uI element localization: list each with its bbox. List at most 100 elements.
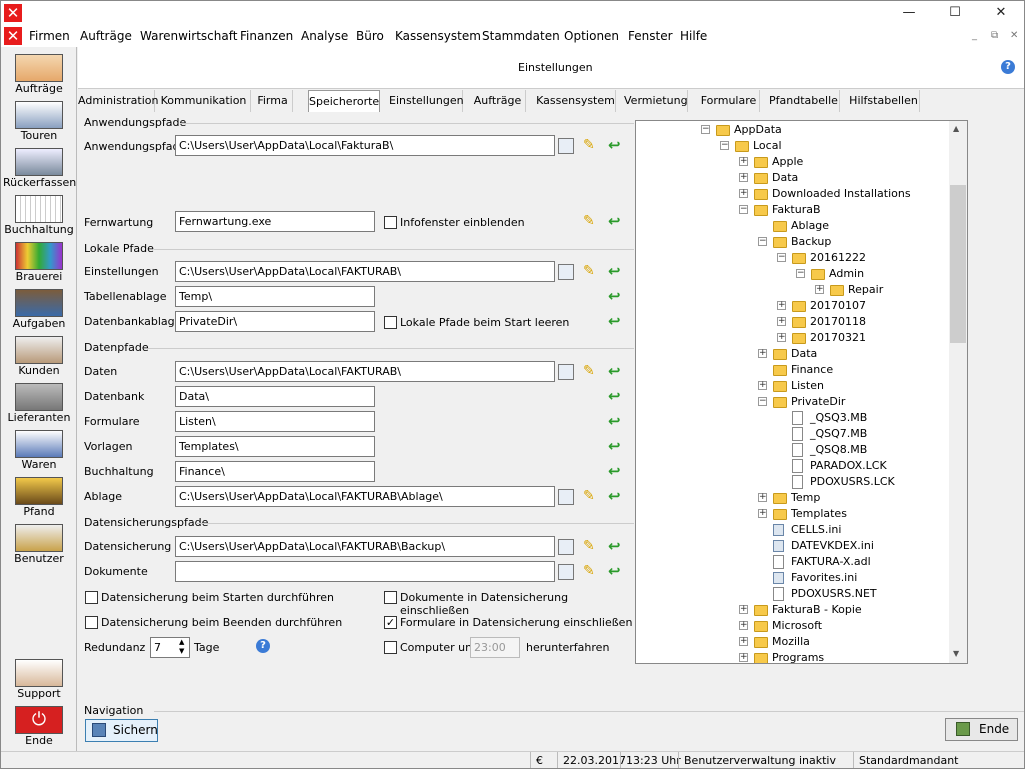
- tab-einstellungen[interactable]: Einstellungen: [389, 90, 464, 112]
- edit-pencil-icon[interactable]: ✎: [583, 137, 599, 153]
- app-path-input[interactable]: C:\Users\User\AppData\Local\FakturaB\: [175, 135, 555, 156]
- data-path-input[interactable]: C:\Users\User\AppData\Local\FAKTURAB\: [175, 361, 555, 382]
- browse-icon[interactable]: [558, 264, 574, 280]
- templates-path-input[interactable]: Templates\: [175, 436, 375, 457]
- help-icon[interactable]: ?: [1001, 60, 1015, 74]
- clear-local-checkbox[interactable]: [384, 316, 397, 329]
- sidebar-item-waren[interactable]: Waren: [3, 427, 75, 474]
- backup-on-exit-checkbox[interactable]: [85, 616, 98, 629]
- include-docs-checkbox[interactable]: [384, 591, 397, 604]
- browse-icon[interactable]: [558, 564, 574, 580]
- save-button[interactable]: Sichern: [85, 719, 158, 742]
- menu-buero[interactable]: Büro: [356, 29, 384, 43]
- accounting-path-input[interactable]: Finance\: [175, 461, 375, 482]
- sidebar-item-touren[interactable]: Touren: [3, 98, 75, 145]
- reset-arrow-icon[interactable]: ↩: [608, 212, 624, 230]
- tab-formulare[interactable]: Formulare: [698, 90, 760, 112]
- reset-arrow-icon[interactable]: ↩: [608, 362, 624, 380]
- spinner-arrows-icon[interactable]: ▲ ▼: [179, 638, 184, 656]
- mdi-minimize-button[interactable]: _: [972, 30, 977, 41]
- backup-path-input[interactable]: C:\Users\User\AppData\Local\FAKTURAB\Bac…: [175, 536, 555, 557]
- reset-arrow-icon[interactable]: ↩: [608, 262, 624, 280]
- exit-button[interactable]: Ende: [945, 718, 1018, 741]
- collapse-icon[interactable]: −: [739, 205, 748, 214]
- help-icon[interactable]: ?: [256, 639, 270, 653]
- settings-path-input[interactable]: C:\Users\User\AppData\Local\FAKTURAB\: [175, 261, 555, 282]
- reset-arrow-icon[interactable]: ↩: [608, 487, 624, 505]
- collapse-icon[interactable]: −: [758, 237, 767, 246]
- db-path-input[interactable]: PrivateDir\: [175, 311, 375, 332]
- reset-arrow-icon[interactable]: ↩: [608, 537, 624, 555]
- expand-icon[interactable]: +: [739, 605, 748, 614]
- expand-icon[interactable]: +: [758, 381, 767, 390]
- expand-icon[interactable]: +: [758, 493, 767, 502]
- sidebar-item-auftraege[interactable]: Aufträge: [3, 51, 75, 98]
- table-path-input[interactable]: Temp\: [175, 286, 375, 307]
- tree-scrollbar[interactable]: ▲ ▼: [949, 121, 967, 663]
- expand-icon[interactable]: +: [739, 653, 748, 662]
- sidebar-item-ende[interactable]: ⏻ Ende: [3, 703, 75, 750]
- expand-icon[interactable]: +: [739, 157, 748, 166]
- tab-vermietung[interactable]: Vermietung: [624, 90, 688, 112]
- documents-path-input[interactable]: [175, 561, 555, 582]
- edit-pencil-icon[interactable]: ✎: [583, 538, 599, 554]
- collapse-icon[interactable]: −: [701, 125, 710, 134]
- sidebar-item-brauerei[interactable]: Brauerei: [3, 239, 75, 286]
- tab-hilfstabellen[interactable]: Hilfstabellen: [848, 90, 920, 112]
- tab-auftraege[interactable]: Aufträge: [470, 90, 526, 112]
- maximize-button[interactable]: ☐: [932, 1, 978, 26]
- sidebar-item-aufgaben[interactable]: Aufgaben: [3, 286, 75, 333]
- reset-arrow-icon[interactable]: ↩: [608, 562, 624, 580]
- tab-speicherorte[interactable]: Speicherorte: [308, 90, 380, 112]
- archive-path-input[interactable]: C:\Users\User\AppData\Local\FAKTURAB\Abl…: [175, 486, 555, 507]
- tab-administration[interactable]: Administration: [78, 90, 159, 112]
- database-path-input[interactable]: Data\: [175, 386, 375, 407]
- browse-icon[interactable]: [558, 489, 574, 505]
- sidebar-item-buchhaltung[interactable]: Buchhaltung: [3, 192, 75, 239]
- menu-warenwirtschaft[interactable]: Warenwirtschaft: [140, 29, 237, 43]
- minimize-button[interactable]: —: [886, 1, 932, 26]
- expand-icon[interactable]: +: [777, 333, 786, 342]
- menu-analyse[interactable]: Analyse: [301, 29, 348, 43]
- tab-firma[interactable]: Firma: [253, 90, 293, 112]
- menu-optionen[interactable]: Optionen: [564, 29, 619, 43]
- reset-arrow-icon[interactable]: ↩: [608, 412, 624, 430]
- sidebar-item-benutzer[interactable]: Benutzer: [3, 521, 75, 568]
- reset-arrow-icon[interactable]: ↩: [608, 312, 624, 330]
- browse-icon[interactable]: [558, 138, 574, 154]
- reset-arrow-icon[interactable]: ↩: [608, 287, 624, 305]
- menu-auftraege[interactable]: Aufträge: [80, 29, 132, 43]
- collapse-icon[interactable]: −: [758, 397, 767, 406]
- expand-icon[interactable]: +: [777, 317, 786, 326]
- folder-tree[interactable]: − AppData − Local + Apple + Data + Downloaded Ins…: [635, 120, 968, 664]
- tab-pfandtabelle[interactable]: Pfandtabelle: [768, 90, 840, 112]
- edit-pencil-icon[interactable]: ✎: [583, 263, 599, 279]
- edit-pencil-icon[interactable]: ✎: [583, 563, 599, 579]
- expand-icon[interactable]: +: [777, 301, 786, 310]
- sidebar-item-support[interactable]: Support: [3, 656, 75, 703]
- shutdown-checkbox[interactable]: [384, 641, 397, 654]
- forms-path-input[interactable]: Listen\: [175, 411, 375, 432]
- sidebar-item-lieferanten[interactable]: Lieferanten: [3, 380, 75, 427]
- expand-icon[interactable]: +: [739, 173, 748, 182]
- scroll-thumb[interactable]: [950, 185, 966, 343]
- mdi-restore-button[interactable]: ⧉: [991, 30, 998, 41]
- edit-pencil-icon[interactable]: ✎: [583, 213, 599, 229]
- scroll-down-icon[interactable]: ▼: [953, 649, 959, 658]
- sidebar-item-kunden[interactable]: Kunden: [3, 333, 75, 380]
- mdi-close-button[interactable]: ✕: [1010, 30, 1018, 41]
- menu-firmen[interactable]: Firmen: [29, 29, 70, 43]
- info-window-checkbox[interactable]: [384, 216, 397, 229]
- menu-finanzen[interactable]: Finanzen: [240, 29, 293, 43]
- scroll-up-icon[interactable]: ▲: [953, 124, 959, 133]
- sidebar-item-pfand[interactable]: Pfand: [3, 474, 75, 521]
- reset-arrow-icon[interactable]: ↩: [608, 387, 624, 405]
- collapse-icon[interactable]: −: [796, 269, 805, 278]
- expand-icon[interactable]: +: [739, 621, 748, 630]
- reset-arrow-icon[interactable]: ↩: [608, 437, 624, 455]
- browse-icon[interactable]: [558, 539, 574, 555]
- reset-arrow-icon[interactable]: ↩: [608, 462, 624, 480]
- include-forms-checkbox[interactable]: ✓: [384, 616, 397, 629]
- collapse-icon[interactable]: −: [720, 141, 729, 150]
- expand-icon[interactable]: +: [758, 509, 767, 518]
